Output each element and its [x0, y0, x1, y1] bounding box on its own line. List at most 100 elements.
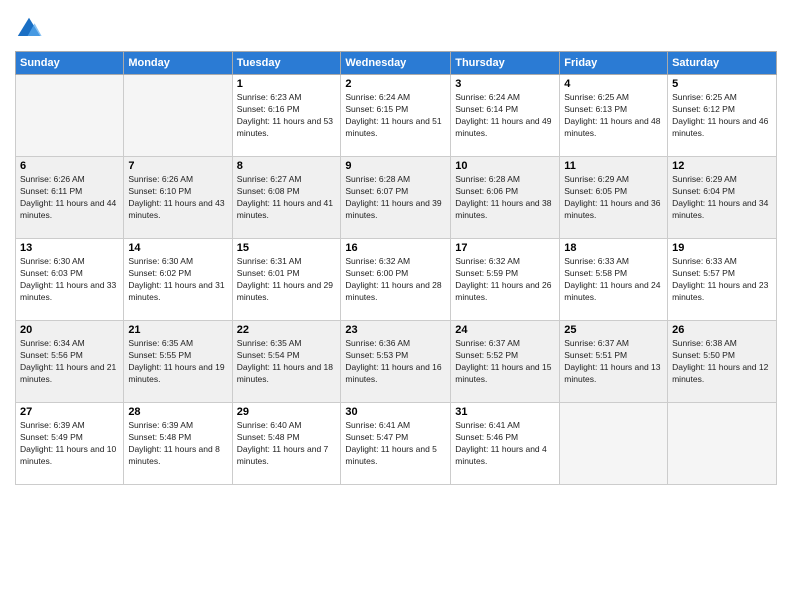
- day-cell: 20 Sunrise: 6:34 AMSunset: 5:56 PMDayligh…: [16, 321, 124, 403]
- logo-icon: [15, 15, 43, 43]
- day-cell: 22 Sunrise: 6:35 AMSunset: 5:54 PMDayligh…: [232, 321, 341, 403]
- day-number: 14: [128, 242, 227, 254]
- day-info: Sunrise: 6:35 AMSunset: 5:55 PMDaylight:…: [128, 338, 227, 386]
- day-info: Sunrise: 6:34 AMSunset: 5:56 PMDaylight:…: [20, 338, 119, 386]
- calendar-week-row: 6Sunrise: 6:26 AMSunset: 6:11 PMDaylight…: [16, 157, 777, 239]
- day-cell: 9 Sunrise: 6:28 AMSunset: 6:07 PMDaylight…: [341, 157, 451, 239]
- day-cell: 3 Sunrise: 6:24 AMSunset: 6:14 PMDaylight…: [451, 75, 560, 157]
- day-info: Sunrise: 6:33 AMSunset: 5:57 PMDaylight:…: [672, 256, 772, 304]
- day-number: 11: [564, 160, 663, 172]
- day-number: 6: [20, 160, 119, 172]
- day-number: 21: [128, 324, 227, 336]
- day-info: Sunrise: 6:32 AMSunset: 5:59 PMDaylight:…: [455, 256, 555, 304]
- day-info: Sunrise: 6:32 AMSunset: 6:00 PMDaylight:…: [345, 256, 446, 304]
- day-number: 17: [455, 242, 555, 254]
- day-cell: 25 Sunrise: 6:37 AMSunset: 5:51 PMDayligh…: [560, 321, 668, 403]
- day-info: Sunrise: 6:23 AMSunset: 6:16 PMDaylight:…: [237, 92, 337, 140]
- day-number: 16: [345, 242, 446, 254]
- day-cell: 23Sunrise: 6:36 AMSunset: 5:53 PMDayligh…: [341, 321, 451, 403]
- day-cell: 26Sunrise: 6:38 AMSunset: 5:50 PMDayligh…: [668, 321, 777, 403]
- day-info: Sunrise: 6:26 AMSunset: 6:10 PMDaylight:…: [128, 174, 227, 222]
- day-number: 29: [237, 406, 337, 418]
- day-cell: 10Sunrise: 6:28 AMSunset: 6:06 PMDayligh…: [451, 157, 560, 239]
- day-info: Sunrise: 6:39 AMSunset: 5:49 PMDaylight:…: [20, 420, 119, 468]
- day-info: Sunrise: 6:24 AMSunset: 6:14 PMDaylight:…: [455, 92, 555, 140]
- day-cell: 24 Sunrise: 6:37 AMSunset: 5:52 PMDayligh…: [451, 321, 560, 403]
- day-cell: 21 Sunrise: 6:35 AMSunset: 5:55 PMDayligh…: [124, 321, 232, 403]
- day-info: Sunrise: 6:29 AMSunset: 6:04 PMDaylight:…: [672, 174, 772, 222]
- day-cell: 12 Sunrise: 6:29 AMSunset: 6:04 PMDayligh…: [668, 157, 777, 239]
- calendar-week-row: 1 Sunrise: 6:23 AMSunset: 6:16 PMDaylight…: [16, 75, 777, 157]
- day-number: 7: [128, 160, 227, 172]
- day-number: 31: [455, 406, 555, 418]
- day-number: 27: [20, 406, 119, 418]
- weekday-header: Friday: [560, 52, 668, 75]
- day-number: 25: [564, 324, 663, 336]
- day-cell: 16 Sunrise: 6:32 AMSunset: 6:00 PMDayligh…: [341, 239, 451, 321]
- day-info: Sunrise: 6:30 AMSunset: 6:03 PMDaylight:…: [20, 256, 119, 304]
- day-cell: 5 Sunrise: 6:25 AMSunset: 6:12 PMDaylight…: [668, 75, 777, 157]
- day-number: 24: [455, 324, 555, 336]
- weekday-header: Tuesday: [232, 52, 341, 75]
- day-cell: 27 Sunrise: 6:39 AMSunset: 5:49 PMDayligh…: [16, 403, 124, 485]
- day-cell: 8 Sunrise: 6:27 AMSunset: 6:08 PMDaylight…: [232, 157, 341, 239]
- day-info: Sunrise: 6:35 AMSunset: 5:54 PMDaylight:…: [237, 338, 337, 386]
- day-info: Sunrise: 6:39 AMSunset: 5:48 PMDaylight:…: [128, 420, 227, 468]
- day-info: Sunrise: 6:28 AMSunset: 6:06 PMDaylight:…: [455, 174, 555, 222]
- weekday-header: Monday: [124, 52, 232, 75]
- day-number: 5: [672, 78, 772, 90]
- day-number: 9: [345, 160, 446, 172]
- day-number: 19: [672, 242, 772, 254]
- day-cell: 13 Sunrise: 6:30 AMSunset: 6:03 PMDayligh…: [16, 239, 124, 321]
- calendar-header-row: SundayMondayTuesdayWednesdayThursdayFrid…: [16, 52, 777, 75]
- day-number: 13: [20, 242, 119, 254]
- day-info: Sunrise: 6:25 AMSunset: 6:13 PMDaylight:…: [564, 92, 663, 140]
- day-cell: 15 Sunrise: 6:31 AMSunset: 6:01 PMDayligh…: [232, 239, 341, 321]
- day-cell: 30Sunrise: 6:41 AMSunset: 5:47 PMDayligh…: [341, 403, 451, 485]
- day-cell: 19 Sunrise: 6:33 AMSunset: 5:57 PMDayligh…: [668, 239, 777, 321]
- day-info: Sunrise: 6:30 AMSunset: 6:02 PMDaylight:…: [128, 256, 227, 304]
- day-cell: 29 Sunrise: 6:40 AMSunset: 5:48 PMDayligh…: [232, 403, 341, 485]
- day-number: 28: [128, 406, 227, 418]
- calendar-table: SundayMondayTuesdayWednesdayThursdayFrid…: [15, 51, 777, 485]
- day-info: Sunrise: 6:25 AMSunset: 6:12 PMDaylight:…: [672, 92, 772, 140]
- day-number: 20: [20, 324, 119, 336]
- day-cell: 1 Sunrise: 6:23 AMSunset: 6:16 PMDaylight…: [232, 75, 341, 157]
- calendar-week-row: 20 Sunrise: 6:34 AMSunset: 5:56 PMDayligh…: [16, 321, 777, 403]
- day-info: Sunrise: 6:31 AMSunset: 6:01 PMDaylight:…: [237, 256, 337, 304]
- day-info: Sunrise: 6:37 AMSunset: 5:51 PMDaylight:…: [564, 338, 663, 386]
- day-info: Sunrise: 6:37 AMSunset: 5:52 PMDaylight:…: [455, 338, 555, 386]
- day-info: Sunrise: 6:29 AMSunset: 6:05 PMDaylight:…: [564, 174, 663, 222]
- calendar-week-row: 27 Sunrise: 6:39 AMSunset: 5:49 PMDayligh…: [16, 403, 777, 485]
- day-info: Sunrise: 6:38 AMSunset: 5:50 PMDaylight:…: [672, 338, 772, 386]
- weekday-header: Thursday: [451, 52, 560, 75]
- day-number: 3: [455, 78, 555, 90]
- calendar-week-row: 13 Sunrise: 6:30 AMSunset: 6:03 PMDayligh…: [16, 239, 777, 321]
- day-number: 8: [237, 160, 337, 172]
- day-cell: 31 Sunrise: 6:41 AMSunset: 5:46 PMDayligh…: [451, 403, 560, 485]
- day-info: Sunrise: 6:41 AMSunset: 5:46 PMDaylight:…: [455, 420, 555, 468]
- day-number: 12: [672, 160, 772, 172]
- weekday-header: Saturday: [668, 52, 777, 75]
- empty-day-cell: [124, 75, 232, 157]
- day-cell: 28 Sunrise: 6:39 AMSunset: 5:48 PMDayligh…: [124, 403, 232, 485]
- day-number: 15: [237, 242, 337, 254]
- day-number: 22: [237, 324, 337, 336]
- day-number: 4: [564, 78, 663, 90]
- day-cell: 11 Sunrise: 6:29 AMSunset: 6:05 PMDayligh…: [560, 157, 668, 239]
- day-info: Sunrise: 6:33 AMSunset: 5:58 PMDaylight:…: [564, 256, 663, 304]
- header: [15, 10, 777, 43]
- day-number: 2: [345, 78, 446, 90]
- day-cell: 2Sunrise: 6:24 AMSunset: 6:15 PMDaylight…: [341, 75, 451, 157]
- day-cell: 18Sunrise: 6:33 AMSunset: 5:58 PMDayligh…: [560, 239, 668, 321]
- day-cell: 14 Sunrise: 6:30 AMSunset: 6:02 PMDayligh…: [124, 239, 232, 321]
- empty-day-cell: [16, 75, 124, 157]
- day-info: Sunrise: 6:28 AMSunset: 6:07 PMDaylight:…: [345, 174, 446, 222]
- day-info: Sunrise: 6:27 AMSunset: 6:08 PMDaylight:…: [237, 174, 337, 222]
- day-number: 1: [237, 78, 337, 90]
- weekday-header: Sunday: [16, 52, 124, 75]
- day-cell: 7 Sunrise: 6:26 AMSunset: 6:10 PMDaylight…: [124, 157, 232, 239]
- page: SundayMondayTuesdayWednesdayThursdayFrid…: [0, 0, 792, 612]
- day-info: Sunrise: 6:40 AMSunset: 5:48 PMDaylight:…: [237, 420, 337, 468]
- day-cell: 4 Sunrise: 6:25 AMSunset: 6:13 PMDaylight…: [560, 75, 668, 157]
